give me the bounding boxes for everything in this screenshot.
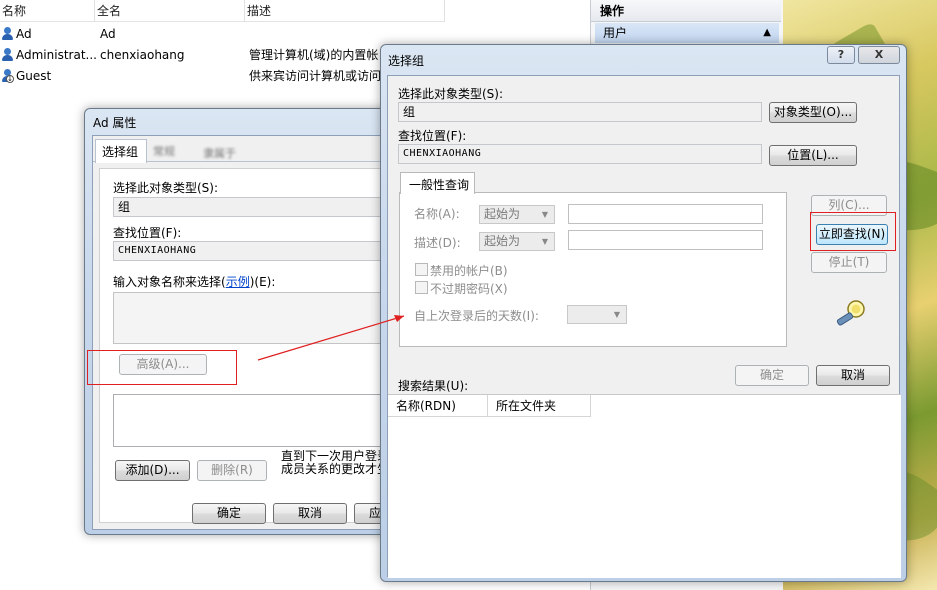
tab-label: 一般性查询 <box>409 178 470 192</box>
tab-general-query[interactable]: 一般性查询 <box>400 172 475 194</box>
annotation-arrow-icon <box>257 315 405 361</box>
